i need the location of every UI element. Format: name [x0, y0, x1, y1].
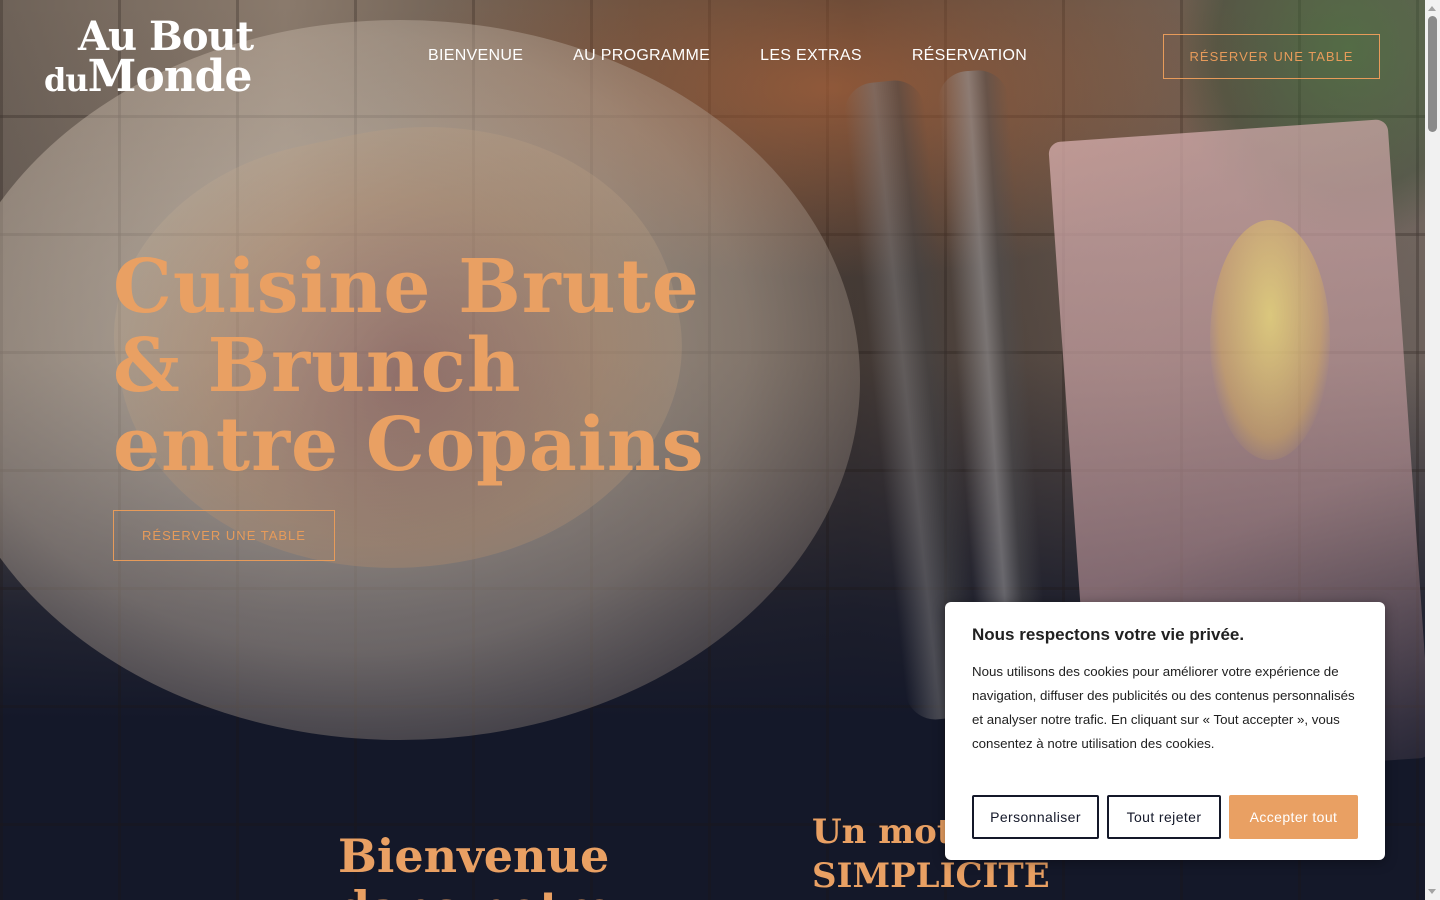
- cockatoo-print-photo: [1210, 220, 1330, 460]
- hero-title-line-2: & Brunch: [113, 323, 522, 409]
- cookie-accept-button[interactable]: Accepter tout: [1229, 795, 1358, 839]
- simplicity-heading-line-2: SIMPLICITÉ: [812, 856, 1050, 896]
- nav-item-au-programme[interactable]: AU PROGRAMME: [573, 44, 710, 68]
- cookie-customize-button[interactable]: Personnaliser: [972, 795, 1099, 839]
- logo-line-2-small: du: [44, 61, 89, 99]
- hero-title-line-1: Cuisine Brute: [113, 244, 700, 330]
- header-reserve-button[interactable]: RÉSERVER UNE TABLE: [1163, 34, 1380, 79]
- scroll-thumb[interactable]: [1428, 16, 1437, 132]
- hero-title-line-3: entre Copains: [113, 402, 705, 488]
- nav-item-bienvenue[interactable]: BIENVENUE: [428, 44, 523, 68]
- cookie-reject-button[interactable]: Tout rejeter: [1107, 795, 1221, 839]
- nav-item-reservation[interactable]: RÉSERVATION: [912, 44, 1027, 68]
- hero-reserve-button[interactable]: RÉSERVER UNE TABLE: [113, 510, 335, 561]
- site-logo[interactable]: Au Bout duMonde: [44, 14, 274, 104]
- main-nav: BIENVENUE AU PROGRAMME LES EXTRAS RÉSERV…: [428, 44, 1027, 68]
- cookie-consent-banner: Nous respectons votre vie privée. Nous u…: [945, 602, 1385, 860]
- hero-title: Cuisine Brute & Brunch entre Copains: [113, 248, 753, 485]
- scroll-down-arrow-icon[interactable]: [1428, 889, 1436, 894]
- cookie-description: Nous utilisons des cookies pour améliore…: [972, 664, 1355, 751]
- welcome-heading-line-2: dans notre: [338, 882, 738, 900]
- scroll-up-arrow-icon[interactable]: [1428, 6, 1436, 11]
- welcome-heading: Bienvenue dans notre: [338, 830, 738, 900]
- nav-item-les-extras[interactable]: LES EXTRAS: [760, 44, 862, 68]
- cookie-title: Nous respectons votre vie privée.: [972, 625, 1245, 644]
- logo-line-2: duMonde: [44, 51, 253, 105]
- cookie-actions: Personnaliser Tout rejeter Accepter tout: [972, 795, 1358, 839]
- page-scrollbar[interactable]: [1425, 0, 1440, 900]
- welcome-heading-line-1: Bienvenue: [338, 829, 610, 883]
- logo-line-2-big: Monde: [87, 51, 253, 102]
